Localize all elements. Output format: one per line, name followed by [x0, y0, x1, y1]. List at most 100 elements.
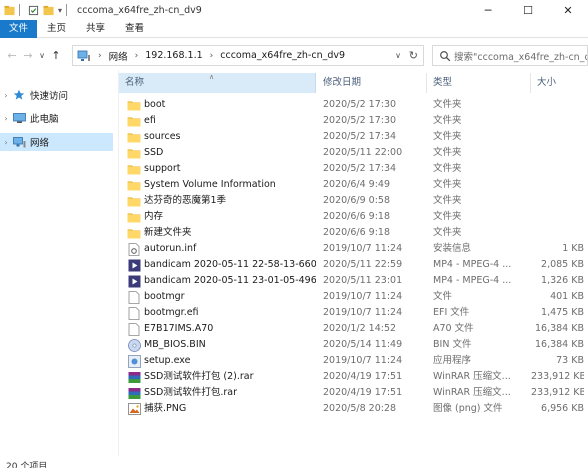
file-size [531, 161, 584, 177]
maximize-button[interactable]: ☐ [508, 0, 548, 20]
file-name[interactable]: SSD测试软件打包 (2).rar [144, 369, 316, 385]
file-size [531, 145, 584, 161]
column-header-date[interactable]: 修改日期 [317, 73, 427, 93]
tab-file[interactable]: 文件 [0, 20, 38, 38]
network-icon [12, 136, 26, 148]
new-folder-icon[interactable] [43, 5, 54, 16]
window-controls: ─ ☐ ✕ [468, 0, 588, 20]
file-date: 2020/4/19 17:51 [323, 371, 403, 382]
refresh-icon[interactable]: ↻ [409, 49, 418, 62]
file-name[interactable]: MB_BIOS.BIN [144, 337, 316, 353]
file-row[interactable]: SSD测试软件打包.rar 2020/4/19 17:51 WinRAR 压缩文..… [119, 385, 588, 401]
file-size: 233,912 KB [531, 371, 584, 382]
chevron-right-icon[interactable]: › [135, 51, 139, 61]
properties-icon[interactable] [28, 5, 39, 16]
file-size [531, 177, 584, 193]
file-type: 文件夹 [433, 115, 462, 126]
file-name[interactable]: 新建文件夹 [144, 225, 316, 241]
file-name[interactable]: 达芬奇的恶魔第1季 [144, 193, 316, 209]
file-name[interactable]: E7B17IMS.A70 [144, 321, 316, 337]
sort-ascending-icon: ∧ [209, 73, 215, 81]
search-input[interactable]: 搜索"cccoma_x64fre_zh-cn_dv9" [454, 49, 587, 63]
file-row[interactable]: bootmgr.efi 2019/10/7 11:24 EFI 文件 1,475 KB [119, 305, 588, 321]
address-bar[interactable]: › 网络 › 192.168.1.1 › cccoma_x64fre_zh-cn… [72, 45, 424, 66]
file-date: 2019/10/7 11:24 [323, 307, 403, 318]
folder-icon [127, 97, 141, 113]
file-row[interactable]: 内存 2020/6/6 9:18 文件夹 [119, 209, 588, 225]
file-name[interactable]: 内存 [144, 209, 316, 225]
recent-locations-button[interactable]: ∨ [36, 45, 48, 65]
window-title: cccoma_x64fre_zh-cn_dv9 [77, 4, 202, 16]
file-name[interactable]: efi [144, 113, 316, 129]
file-row[interactable]: System Volume Information 2020/6/4 9:49 文件… [119, 177, 588, 193]
sidebar-item-quick-access[interactable]: › 快速访问 [0, 86, 113, 104]
file-type: 文件夹 [433, 211, 462, 222]
file-type: WinRAR 压缩文... [433, 371, 511, 382]
file-row[interactable]: E7B17IMS.A70 2020/1/2 14:52 A70 文件 16,384 K… [119, 321, 588, 337]
address-history-chevron-icon[interactable]: ∨ [395, 51, 401, 60]
chevron-right-icon[interactable]: › [210, 51, 214, 61]
file-name[interactable]: sources [144, 129, 316, 145]
file-type: EFI 文件 [433, 307, 470, 318]
sidebar-item-this-pc[interactable]: › 此电脑 [0, 109, 113, 127]
file-name[interactable]: bandicam 2020-05-11 23-01-05-496.... [144, 273, 316, 289]
tab-share[interactable]: 共享 [76, 20, 115, 38]
file-row[interactable]: SSD 2020/5/11 22:00 文件夹 [119, 145, 588, 161]
tab-home[interactable]: 主页 [37, 20, 76, 38]
file-row[interactable]: boot 2020/5/2 17:30 文件夹 [119, 97, 588, 113]
file-row[interactable]: support 2020/5/2 17:34 文件夹 [119, 161, 588, 177]
file-row[interactable]: MB_BIOS.BIN 2020/5/14 11:49 BIN 文件 16,384 K… [119, 337, 588, 353]
search-box[interactable]: 搜索"cccoma_x64fre_zh-cn_dv9" [432, 45, 588, 66]
file-date: 2020/5/2 17:34 [323, 163, 397, 174]
file-row[interactable]: sources 2020/5/2 17:34 文件夹 [119, 129, 588, 145]
file-size [531, 225, 584, 241]
expand-chevron-icon[interactable]: › [0, 114, 12, 123]
file-name[interactable]: boot [144, 97, 316, 113]
ribbon-tabs: 文件 主页 共享 查看 [0, 20, 588, 38]
file-row[interactable]: 达芬奇的恶魔第1季 2020/6/9 0:58 文件夹 [119, 193, 588, 209]
file-name[interactable]: support [144, 161, 316, 177]
file-name[interactable]: System Volume Information [144, 177, 316, 193]
file-row[interactable]: autorun.inf 2019/10/7 11:24 安装信息 1 KB [119, 241, 588, 257]
minimize-button[interactable]: ─ [468, 0, 508, 20]
column-headers: 名称 ∧ 修改日期 类型 大小 [119, 73, 588, 93]
file-row[interactable]: 捕获.PNG 2020/5/8 20:28 图像 (png) 文件 6,956 KB [119, 401, 588, 417]
file-name[interactable]: SSD [144, 145, 316, 161]
breadcrumb-network[interactable]: 网络 [109, 49, 128, 63]
file-date: 2019/10/7 11:24 [323, 291, 403, 302]
file-name[interactable]: 捕获.PNG [144, 401, 316, 417]
tab-view[interactable]: 查看 [115, 20, 154, 38]
quick-access-chevron-icon[interactable]: ▾ [58, 6, 62, 15]
file-name[interactable]: SSD测试软件打包.rar [144, 385, 316, 401]
file-name[interactable]: setup.exe [144, 353, 316, 369]
expand-chevron-icon[interactable]: › [0, 91, 12, 100]
sidebar-item-label: 此电脑 [30, 114, 59, 125]
file-row[interactable]: SSD测试软件打包 (2).rar 2020/4/19 17:51 WinRAR 压… [119, 369, 588, 385]
column-header-size[interactable]: 大小 [531, 73, 588, 93]
forward-button[interactable]: → [20, 45, 36, 65]
file-date: 2020/5/2 17:34 [323, 131, 397, 142]
file-row[interactable]: bandicam 2020-05-11 23-01-05-496.... 2020… [119, 273, 588, 289]
file-row[interactable]: bandicam 2020-05-11 22-58-13-660.... 2020… [119, 257, 588, 273]
close-button[interactable]: ✕ [548, 0, 588, 20]
file-size: 401 KB [550, 291, 584, 302]
file-name[interactable]: bootmgr [144, 289, 316, 305]
file-row[interactable]: 新建文件夹 2020/6/6 9:18 文件夹 [119, 225, 588, 241]
file-name[interactable]: autorun.inf [144, 241, 316, 257]
file-type: 文件夹 [433, 99, 462, 110]
file-name[interactable]: bandicam 2020-05-11 22-58-13-660.... [144, 257, 316, 273]
file-row[interactable]: efi 2020/5/2 17:30 文件夹 [119, 113, 588, 129]
back-button[interactable]: ← [4, 45, 20, 65]
file-name[interactable]: bootmgr.efi [144, 305, 316, 321]
file-row[interactable]: setup.exe 2019/10/7 11:24 应用程序 73 KB [119, 353, 588, 369]
sidebar-item-network[interactable]: › 网络 [0, 133, 113, 151]
column-header-type[interactable]: 类型 [427, 73, 531, 93]
file-size: 2,085 KB [541, 259, 584, 270]
file-row[interactable]: bootmgr 2019/10/7 11:24 文件 401 KB [119, 289, 588, 305]
up-button[interactable]: ↑ [48, 45, 64, 65]
expand-chevron-icon[interactable]: › [0, 138, 12, 147]
breadcrumb-host[interactable]: 192.168.1.1 [145, 50, 202, 61]
column-header-name[interactable]: 名称 ∧ [119, 73, 316, 93]
file-date: 2020/5/2 17:30 [323, 99, 397, 110]
breadcrumb-share[interactable]: cccoma_x64fre_zh-cn_dv9 [220, 50, 345, 61]
